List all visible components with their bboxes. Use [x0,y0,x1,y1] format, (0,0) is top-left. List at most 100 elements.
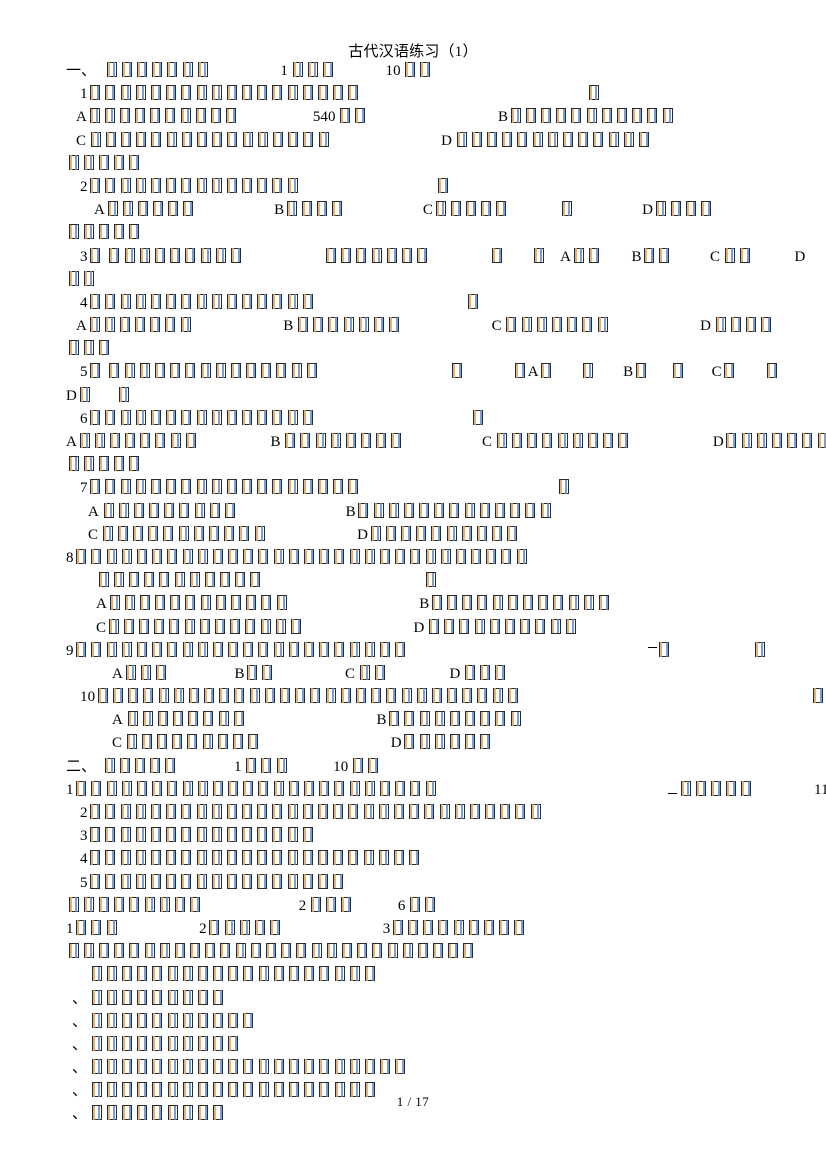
missing-glyph-box [358,317,369,333]
missing-glyph-box [425,548,436,564]
missing-glyph-box [249,688,260,704]
missing-glyph-box [618,433,629,448]
section-three-list-item: 、 [66,1011,826,1034]
ascii-text: 7 [80,480,88,497]
missing-glyph-box [242,293,253,309]
missing-glyph-box [593,131,604,147]
missing-glyph-box [288,548,299,564]
missing-glyph-box [135,827,146,843]
missing-glyph-box [211,850,222,866]
ascii-text: C [344,665,356,682]
missing-glyph-box [496,433,507,448]
missing-glyph-box [326,247,337,263]
missing-glyph-box [225,502,236,518]
missing-glyph-box [499,919,510,935]
missing-glyph-box [571,108,582,124]
missing-glyph-box [473,409,484,425]
missing-glyph-box [304,641,315,657]
missing-glyph-box [170,247,181,263]
missing-glyph-box [272,827,283,843]
missing-glyph-box [234,688,245,704]
missing-glyph-box [741,433,752,448]
missing-glyph-box [434,711,445,727]
missing-glyph-box [701,201,712,217]
missing-glyph-box [197,548,208,564]
section-three-list-item: 、 [66,988,826,1011]
missing-glyph-box [257,85,268,101]
missing-glyph-box [150,804,161,819]
missing-glyph-box [90,409,101,425]
missing-glyph-box [165,317,176,333]
missing-glyph-box [319,641,330,657]
missing-glyph-box [129,224,140,240]
missing-glyph-box [349,780,360,796]
missing-glyph-box [285,433,296,448]
missing-glyph-box [431,525,442,541]
missing-glyph-box [91,919,102,935]
missing-glyph-box [154,247,165,263]
missing-glyph-box [136,780,147,796]
missing-glyph-box [108,618,119,634]
missing-glyph-box [197,62,208,77]
missing-glyph-box [408,919,419,935]
missing-glyph-box [181,177,192,193]
fill-blank[interactable] [668,780,678,794]
missing-glyph-box [388,502,399,518]
missing-glyph-box [180,108,191,124]
missing-glyph-box [373,317,384,333]
missing-glyph-box [200,595,211,611]
missing-glyph-box [319,780,330,796]
missing-glyph-box [492,595,503,611]
ascii-text: B [283,318,294,335]
missing-glyph-box [218,711,229,727]
missing-glyph-box [419,734,430,750]
missing-glyph-box [565,618,576,634]
missing-glyph-box [257,850,268,866]
missing-glyph-box [500,804,511,819]
missing-glyph-box [292,62,303,77]
missing-glyph-box [213,1059,224,1075]
missing-glyph-box [583,595,594,611]
missing-glyph-box [137,989,148,1005]
missing-glyph-box [507,688,518,704]
missing-glyph-box [135,85,146,101]
missing-glyph-box [170,595,181,611]
missing-glyph-box [106,780,117,796]
missing-glyph-box [423,919,434,935]
missing-glyph-box [603,433,614,448]
section-three-inline-items: 1 2 3 [66,918,826,941]
missing-glyph-box [79,433,90,448]
missing-glyph-box [91,1012,102,1028]
document-page: 古代汉语练习（1） 一、 1 10 1 A 540 B C D 2 A B C D 3 A B C D 4 A B C D 5 A… [0,0,826,1168]
missing-glyph-box [157,734,168,750]
missing-glyph-box [105,479,116,495]
missing-glyph-box [104,317,115,333]
missing-glyph-box [90,247,101,263]
missing-glyph-box [181,873,192,889]
missing-glyph-box [242,131,253,147]
missing-glyph-box [247,664,258,680]
missing-glyph-box [105,131,116,147]
missing-glyph-box [304,966,315,982]
missing-glyph-box [106,919,117,935]
missing-glyph-box [152,1035,163,1051]
missing-glyph-box [68,340,79,356]
missing-glyph-box [257,827,268,843]
missing-glyph-box [106,989,117,1005]
missing-glyph-box [228,1035,239,1051]
missing-glyph-box [219,688,230,704]
missing-glyph-box [345,433,356,448]
missing-glyph-box [135,317,146,333]
ascii-text: B [419,596,430,613]
missing-glyph-box [239,919,250,935]
missing-glyph-box [364,548,375,564]
missing-glyph-box [462,595,473,611]
missing-glyph-box [447,595,458,611]
missing-glyph-box [211,479,222,495]
section-three-paragraph [66,941,826,964]
missing-glyph-box [68,456,79,472]
section-three-list-item: 、 [66,1034,826,1057]
missing-glyph-box [91,1035,102,1051]
missing-glyph-box [673,363,683,379]
missing-glyph-box [245,618,256,634]
